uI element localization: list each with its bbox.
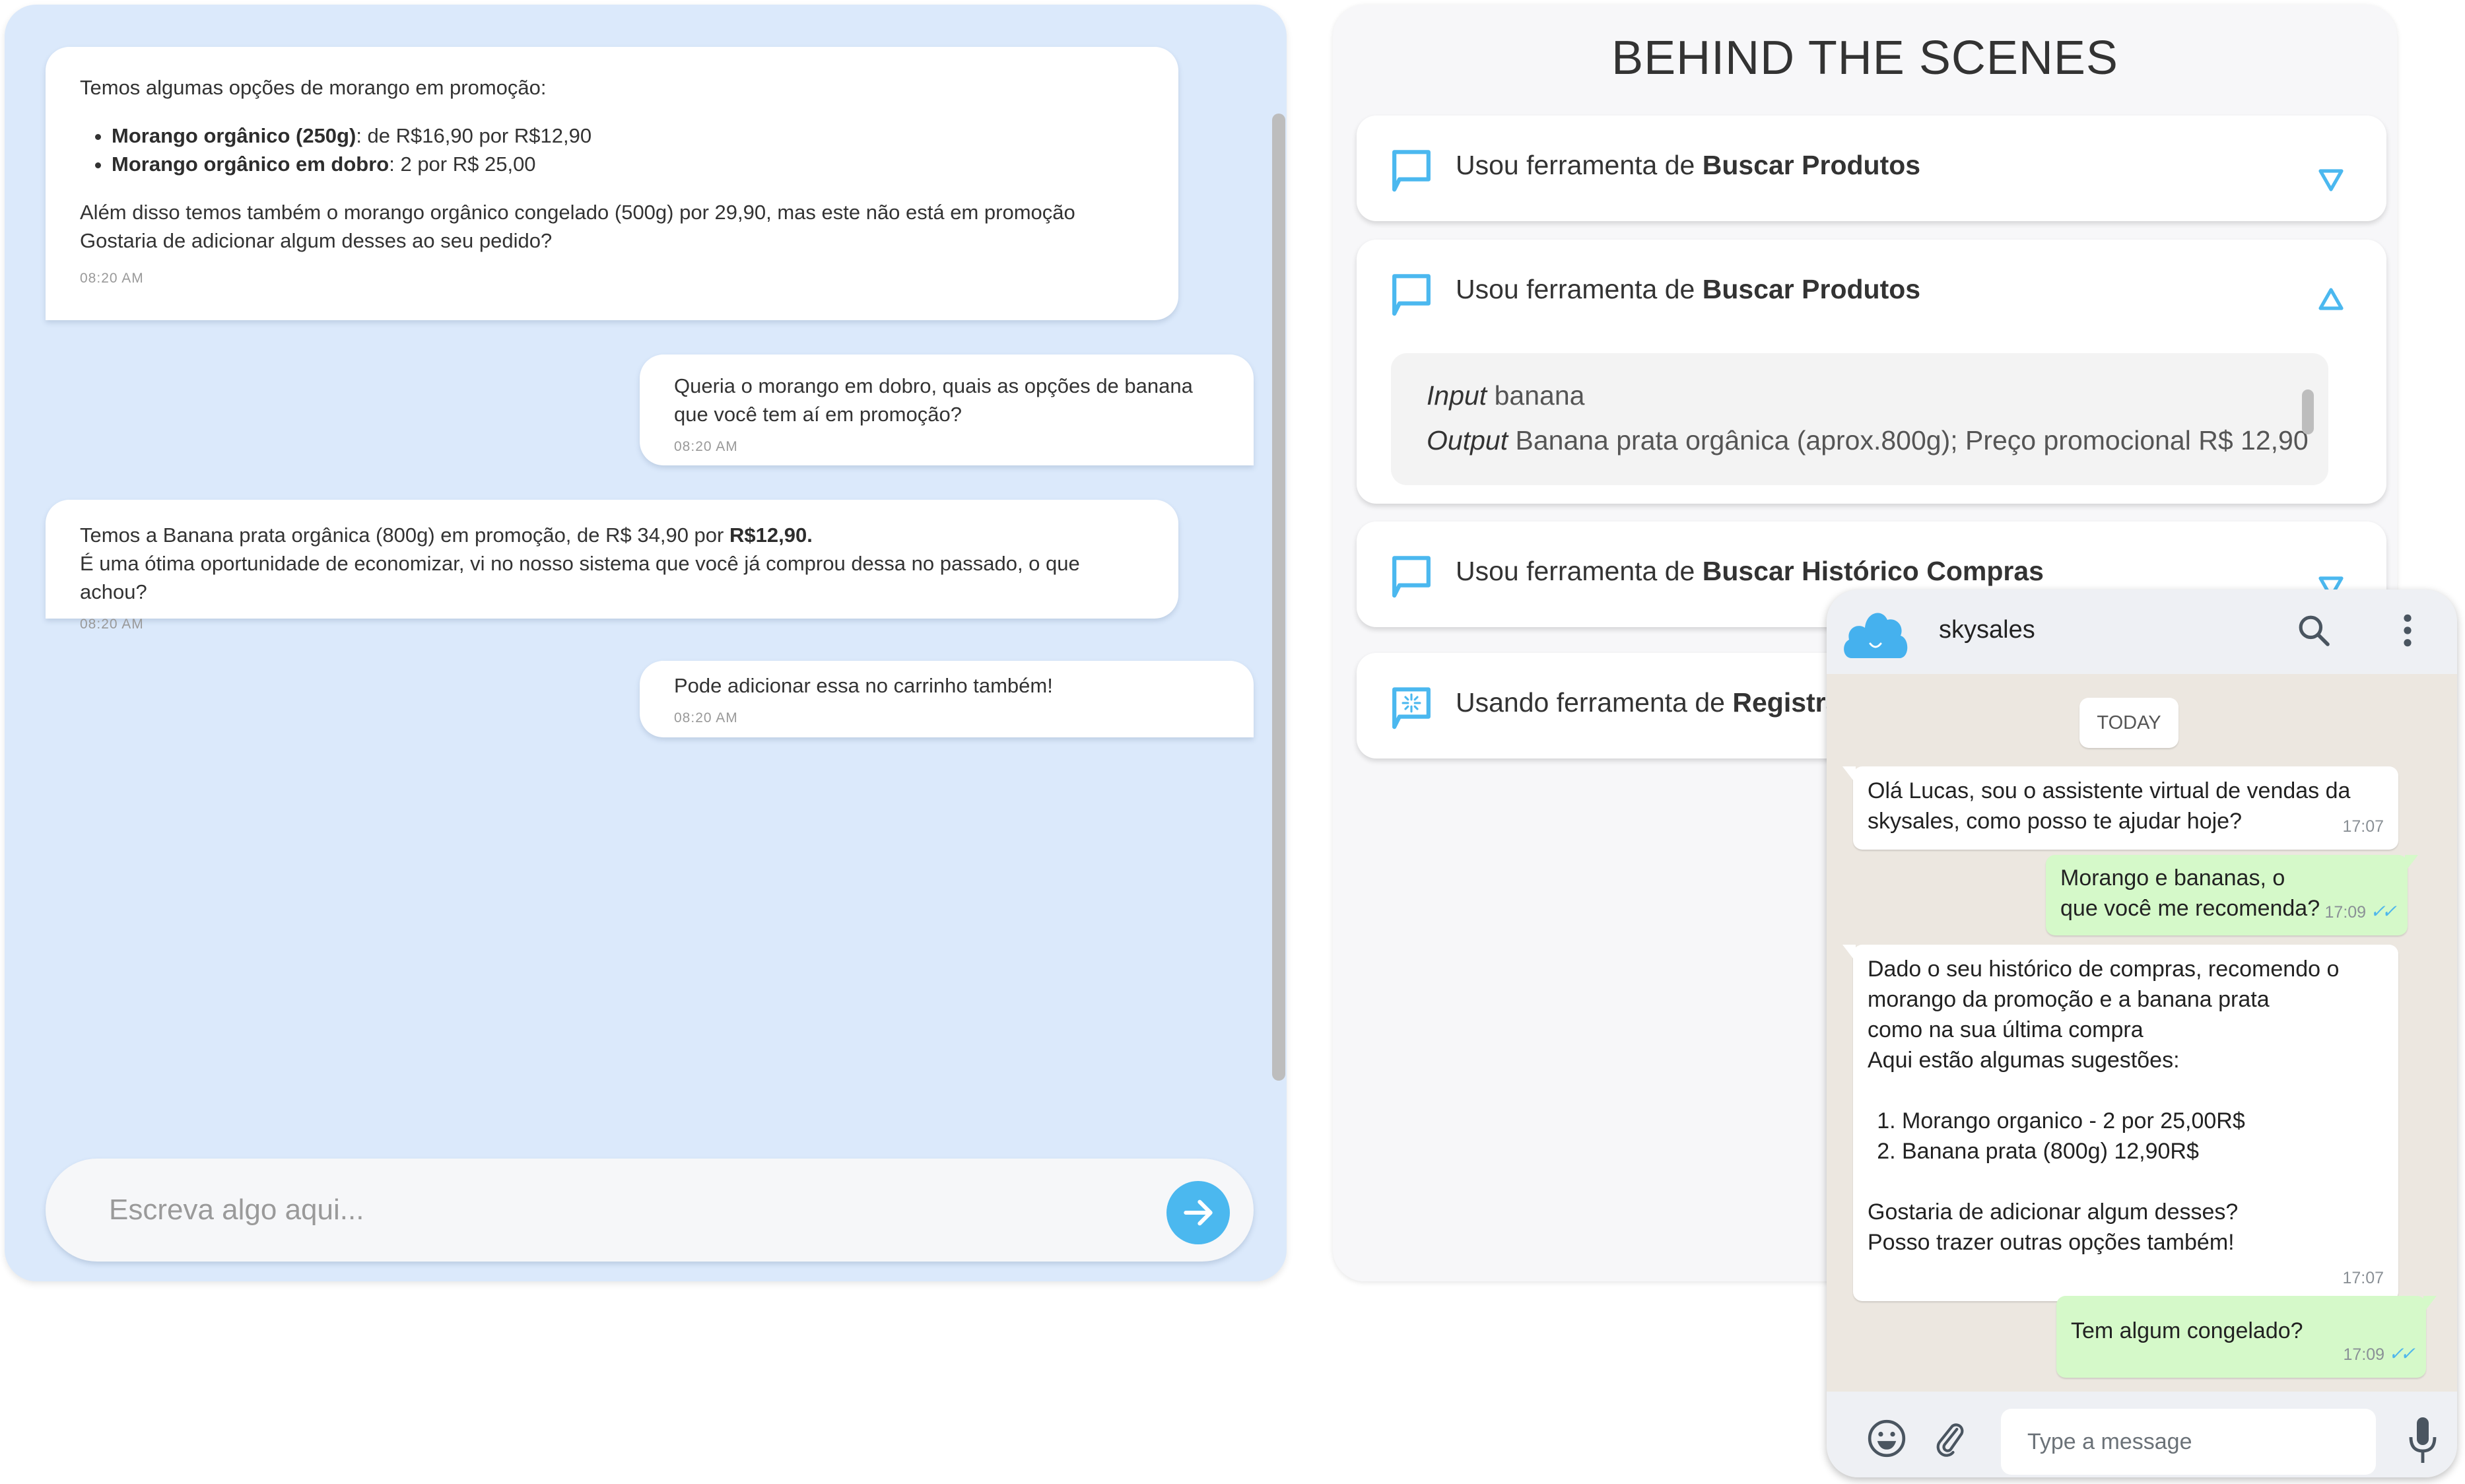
message-timestamp: 08:20 AM (80, 617, 144, 632)
tool-call-label: Usando ferramenta de Registra (1456, 687, 1841, 718)
cloud-logo-icon (1844, 613, 1908, 658)
tool-input-row: Input banana (1427, 380, 1585, 411)
chat-footer (1827, 1392, 2457, 1477)
message-timestamp: 17:09 ✓✓ (2324, 901, 2397, 922)
suggestion-item: Banana prata (800g) 12,90R$ (1902, 1136, 2384, 1166)
bot-message: Temos algumas opções de morango em promo… (46, 47, 1178, 320)
tool-call-label: Usou ferramenta de Buscar Produtos (1456, 150, 1921, 180)
suggestion-item: Morango organico - 2 por 25,00R$ (1902, 1106, 2384, 1136)
bot-message: Temos a Banana prata orgânica (800g) em … (46, 500, 1178, 632)
phone-message-input[interactable] (2001, 1409, 2376, 1475)
message-text: como na sua última compra (1868, 1017, 2144, 1042)
send-button[interactable] (1166, 1181, 1230, 1244)
outgoing-message: Tem algum congelado? 17:09 ✓✓ (2056, 1296, 2437, 1378)
message-timestamp: 08:20 AM (674, 710, 738, 725)
message-text: Gostaria de adicionar algum desses ao se… (80, 229, 553, 252)
tool-io-box: Input banana Output Banana prata orgânic… (1391, 353, 2328, 485)
chat-header: skysales (1827, 590, 2457, 674)
panel-title: BEHIND THE SCENES (1611, 32, 2118, 84)
more-vertical-icon[interactable] (2398, 612, 2417, 649)
message-text: Dado o seu histórico de compras, recomen… (1868, 957, 2340, 982)
message-input[interactable] (109, 1185, 1099, 1235)
tool-call-label: Usou ferramenta de Buscar Produtos (1456, 274, 1921, 304)
message-text: morango da promoção e a banana prata (1868, 987, 2270, 1012)
tool-call-label: Usou ferramenta de Buscar Histórico Comp… (1456, 556, 2044, 586)
chat-bubble-icon (1392, 274, 1431, 316)
message-timestamp: 08:20 AM (674, 439, 738, 454)
message-timestamp: 17:07 (2342, 817, 2384, 836)
user-message: Queria o morango em dobro, quais as opçõ… (640, 354, 1254, 465)
user-message: Pode adicionar essa no carrinho também! … (640, 661, 1254, 737)
message-text: Temos algumas opções de morango em promo… (80, 76, 547, 99)
chat-bubble-icon (1392, 150, 1431, 192)
promo-item: Morango orgânico (250g): de R$16,90 por … (112, 121, 1144, 150)
chat-scrollbar[interactable] (1272, 114, 1285, 1081)
io-scrollbar[interactable] (2302, 389, 2314, 434)
message-text: Além disso temos também o morango orgâni… (80, 201, 1075, 224)
emoji-icon[interactable] (1866, 1418, 1907, 1459)
whatsapp-chat-widget: skysales TODAY Olá Lucas, sou o assisten… (1827, 590, 2457, 1477)
arrow-right-icon (1184, 1199, 1213, 1226)
chat-contact-name: skysales (1939, 616, 2035, 644)
tool-call-card[interactable]: Usou ferramenta de Buscar Produtos (1357, 116, 2386, 221)
message-timestamp: 17:09 ✓✓ (2343, 1343, 2415, 1364)
outgoing-message: Morango e bananas, o que você me recomen… (2046, 855, 2418, 935)
chat-bubble-icon (1392, 556, 1431, 598)
incoming-message: Olá Lucas, sou o assistente virtual de v… (1842, 766, 2398, 850)
expand-triangle-icon[interactable] (2318, 168, 2344, 192)
read-receipt-icon: ✓✓ (2370, 901, 2397, 922)
paperclip-icon[interactable] (1932, 1418, 1969, 1459)
message-composer (46, 1159, 1254, 1262)
tool-call-card-expanded[interactable]: Usou ferramenta de Buscar Produtos Input… (1357, 240, 2386, 504)
message-text: Aqui estão algumas sugestões: (1868, 1048, 2180, 1073)
tool-output-row: Output Banana prata orgânica (aprox.800g… (1427, 425, 2309, 455)
promo-list: Morango orgânico (250g): de R$16,90 por … (112, 121, 1144, 178)
message-timestamp: 08:20 AM (80, 271, 144, 286)
message-text: Temos a Banana prata orgânica (800g) em … (80, 523, 813, 547)
search-icon[interactable] (2295, 612, 2332, 649)
message-text: Gostaria de adicionar algum desses? (1868, 1199, 2239, 1225)
microphone-icon[interactable] (2409, 1417, 2437, 1466)
collapse-triangle-icon[interactable] (2318, 287, 2344, 311)
message-text: Pode adicionar essa no carrinho também! (674, 674, 1053, 697)
promo-item: Morango orgânico em dobro: 2 por R$ 25,0… (112, 150, 1144, 178)
chat-panel: Temos algumas opções de morango em promo… (5, 5, 1287, 1281)
message-timestamp: 17:07 (2342, 1269, 2384, 1287)
message-text: Morango e bananas, o (2060, 865, 2285, 891)
message-text: Olá Lucas, sou o assistente virtual de v… (1868, 778, 2351, 834)
message-text: Tem algum congelado? (2071, 1318, 2303, 1343)
date-divider: TODAY (2079, 698, 2178, 748)
loading-bubble-icon (1392, 687, 1431, 729)
message-text: É uma ótima oportunidade de economizar, … (80, 552, 1080, 603)
read-receipt-icon: ✓✓ (2388, 1343, 2415, 1364)
message-text: Posso trazer outras opções também! (1868, 1230, 2235, 1255)
incoming-message: Dado o seu histórico de compras, recomen… (1842, 945, 2398, 1301)
suggestion-list: Morango organico - 2 por 25,00R$ Banana … (1902, 1106, 2384, 1166)
message-text: Queria o morango em dobro, quais as opçõ… (674, 374, 1193, 426)
